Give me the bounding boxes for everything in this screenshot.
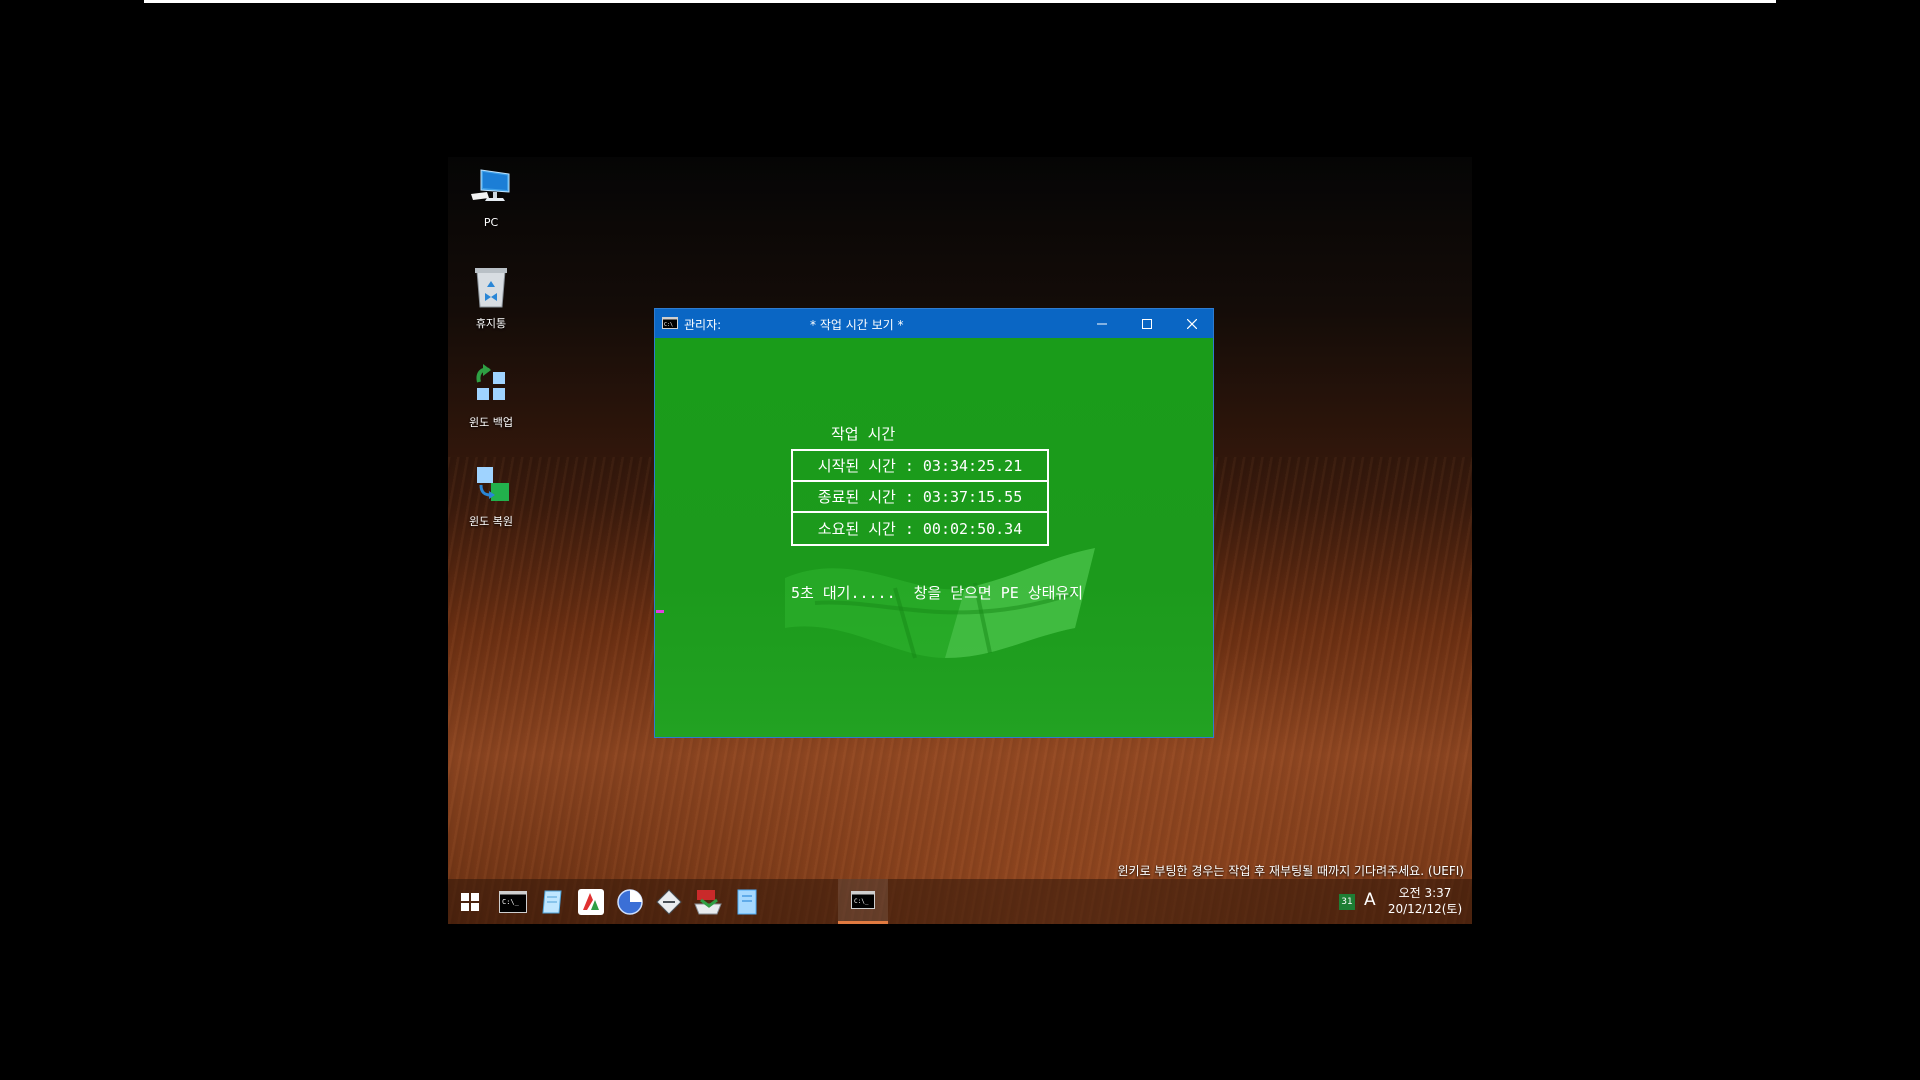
document-icon <box>737 889 757 915</box>
work-time-heading: 작업 시간 <box>831 425 896 443</box>
top-border-line <box>144 0 1776 3</box>
vm-desktop: PC 휴지통 윈도 백업 윈도 복원 C:\ 관리자: * 작업 시간 보기 *… <box>448 157 1472 924</box>
taskbar-clock[interactable]: 오전 3:37 20/12/12(토) <box>1384 885 1466 917</box>
close-icon <box>1186 318 1197 329</box>
maximize-icon <box>1141 318 1152 329</box>
end-time-row: 종료된 시간 : 03:37:15.55 <box>793 482 1047 513</box>
elapsed-time-row: 소요된 시간 : 00:02:50.34 <box>817 520 1023 538</box>
cmd-icon: C:\ <box>662 317 678 329</box>
console-window[interactable]: C:\ 관리자: * 작업 시간 보기 * 작업 시간 시작된 시간: 03:… <box>654 308 1214 738</box>
taskbar-document-button[interactable] <box>730 885 764 919</box>
minimize-button[interactable] <box>1079 309 1124 338</box>
console-output[interactable]: 작업 시간 시작된 시간 : 03:34:25.21 종료된 시간 : 03:3… <box>655 338 1213 737</box>
cmd-icon: C:\_ <box>851 891 875 909</box>
desktop-icon-label: 휴지통 <box>475 317 507 330</box>
windows-logo-watermark <box>785 548 1095 659</box>
taskbar-notepad-button[interactable] <box>535 885 569 919</box>
window-title: * 작업 시간 보기 * <box>810 318 904 332</box>
start-time-row: 시작된 시간 : 03:34:25.21 <box>793 451 1047 482</box>
desktop-icon-label: 윈도 백업 <box>469 416 513 429</box>
svg-text:C:\: C:\ <box>664 322 673 328</box>
taskbar-active-cmd-button[interactable]: C:\_ <box>838 879 888 924</box>
taskbar-cmd-button[interactable]: C:\_ <box>496 885 530 919</box>
wait-message: 5초 대기..... 창을 닫으면 PE 상태유지 <box>791 584 1084 602</box>
taskbar-disk-chart-button[interactable] <box>613 885 647 919</box>
tray-calendar-icon[interactable]: 31 <box>1339 894 1355 910</box>
desktop-icon-pc[interactable]: PC <box>456 164 526 229</box>
desktop-icon-label: PC <box>483 216 499 229</box>
desktop-icon-label: 윈도 복원 <box>469 515 513 528</box>
windows-backup-icon <box>476 364 505 400</box>
clock-time: 오전 3:37 <box>1398 886 1452 900</box>
windows-start-icon <box>461 893 479 911</box>
computer-icon <box>471 169 510 201</box>
tray-ime-indicator[interactable]: A <box>1364 890 1376 910</box>
start-button[interactable] <box>453 885 487 919</box>
drive-tool-icon <box>656 889 682 915</box>
window-admin-label: 관리자: <box>684 318 722 332</box>
recycle-bin-icon <box>475 268 507 308</box>
cmd-icon: C:\_ <box>499 891 527 913</box>
boot-message: 윈키로 부팅한 경우는 작업 후 재부팅될 때까지 기다려주세요. (UEFI) <box>1117 864 1464 878</box>
taskbar-ai-app-button[interactable] <box>574 885 608 919</box>
taskbar-installer-button[interactable] <box>691 885 725 919</box>
window-titlebar[interactable]: C:\ 관리자: * 작업 시간 보기 * <box>655 309 1213 338</box>
taskbar: C:\_ C:\_ 31 A 오전 3:37 20/12/12(토) <box>448 879 1472 924</box>
svg-text:C:\_: C:\_ <box>502 898 520 906</box>
disk-chart-icon <box>617 889 643 915</box>
minimize-icon <box>1096 323 1107 324</box>
svg-text:C:\_: C:\_ <box>854 898 869 905</box>
console-cursor <box>656 610 664 613</box>
ai-app-icon <box>578 889 604 915</box>
installer-icon <box>694 890 722 915</box>
windows-restore-icon <box>477 467 509 501</box>
close-button[interactable] <box>1169 309 1213 338</box>
maximize-button[interactable] <box>1124 309 1169 338</box>
taskbar-drive-tool-button[interactable] <box>652 885 686 919</box>
notepad-icon <box>542 890 562 914</box>
clock-date: 20/12/12(토) <box>1387 902 1463 916</box>
desktop-icon-windows-restore[interactable]: 윈도 복원 <box>456 461 526 529</box>
desktop-icon-recycle-bin[interactable]: 휴지통 <box>456 263 526 331</box>
time-table: 시작된 시간 : 03:34:25.21 종료된 시간 : 03:37:15.5… <box>791 449 1049 546</box>
desktop-icon-windows-backup[interactable]: 윈도 백업 <box>456 362 526 430</box>
